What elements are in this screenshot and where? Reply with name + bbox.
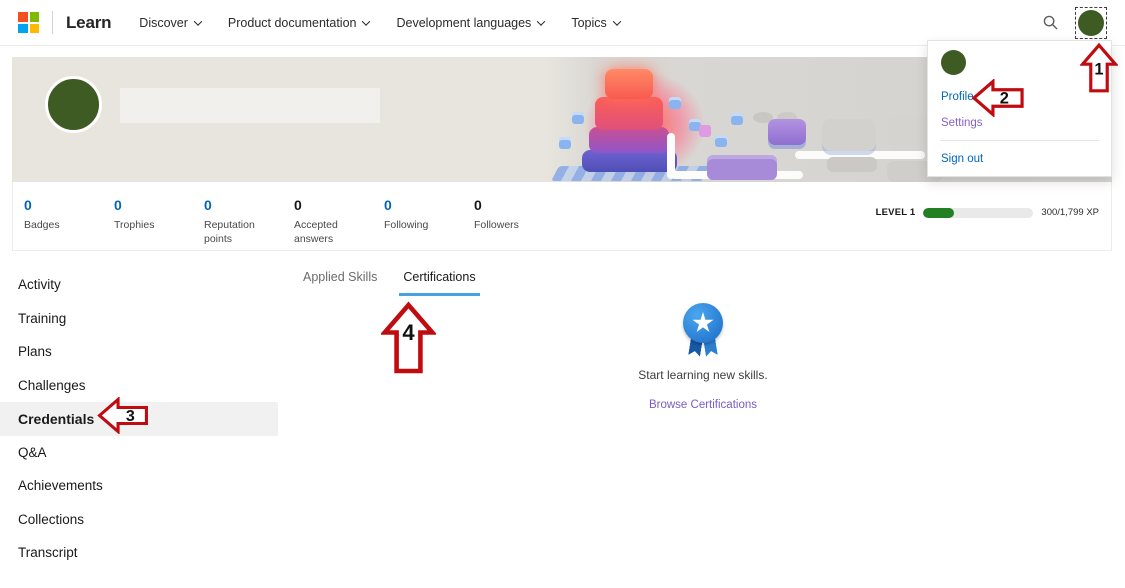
nav-topics[interactable]: Topics — [571, 16, 619, 30]
certifications-empty-state: Start learning new skills. Browse Certif… — [553, 303, 853, 413]
stat-trophies[interactable]: 0 Trophies — [114, 197, 204, 250]
level-progress-track — [923, 208, 1033, 218]
sidebar-item-collections[interactable]: Collections — [0, 503, 278, 537]
level-progress-fill — [923, 208, 954, 218]
svg-text:1: 1 — [1094, 60, 1103, 78]
stat-badges[interactable]: 0 Badges — [24, 197, 114, 250]
credentials-tabs: Applied Skills Certifications — [299, 270, 480, 296]
svg-text:2: 2 — [1000, 90, 1009, 108]
primary-nav: Discover Product documentation Developme… — [139, 16, 619, 30]
sidebar-item-training[interactable]: Training — [0, 302, 278, 336]
stat-followers: 0 Followers — [474, 197, 564, 250]
nav-development-languages[interactable]: Development languages — [396, 16, 544, 30]
sidebar-item-plans[interactable]: Plans — [0, 335, 278, 369]
chevron-down-icon — [362, 17, 370, 25]
chevron-down-icon — [613, 17, 621, 25]
settings-menu-item[interactable]: Settings — [941, 117, 983, 129]
profile-avatar — [45, 76, 102, 133]
xp-text: 300/1,799 XP — [1041, 207, 1099, 218]
sidebar-item-transcript[interactable]: Transcript — [0, 536, 278, 570]
certification-badge-icon — [681, 303, 725, 356]
search-icon[interactable] — [1043, 15, 1058, 30]
nav-discover[interactable]: Discover — [139, 16, 201, 30]
level-progress: LEVEL 1 300/1,799 XP — [876, 207, 1099, 218]
chevron-down-icon — [537, 17, 545, 25]
profile-stats-bar: 0 Badges 0 Trophies 0 Reputation points … — [12, 182, 1112, 251]
tab-applied-skills[interactable]: Applied Skills — [299, 270, 381, 296]
sidebar-item-qna[interactable]: Q&A — [0, 436, 278, 470]
svg-text:3: 3 — [126, 407, 135, 425]
browse-certifications-link[interactable]: Browse Certifications — [649, 399, 757, 411]
annotation-arrow-4-up-icon: 4 — [381, 301, 436, 375]
stat-reputation-points[interactable]: 0 Reputation points — [204, 197, 294, 250]
nav-product-documentation[interactable]: Product documentation — [228, 16, 370, 30]
annotation-arrow-2-left-icon: 2 — [966, 79, 1030, 117]
stat-following[interactable]: 0 Following — [384, 197, 474, 250]
menu-divider — [940, 140, 1099, 141]
sidebar-item-activity[interactable]: Activity — [0, 268, 278, 302]
svg-text:4: 4 — [402, 320, 415, 345]
header-avatar-button[interactable] — [1075, 7, 1107, 39]
level-label: LEVEL 1 — [876, 207, 916, 218]
annotation-arrow-3-left-icon: 3 — [84, 397, 162, 434]
tab-certifications[interactable]: Certifications — [399, 270, 479, 296]
annotation-arrow-1-up-icon: 1 — [1080, 41, 1118, 95]
chevron-down-icon — [194, 17, 202, 25]
header-divider — [52, 11, 53, 34]
sign-out-menu-item[interactable]: Sign out — [941, 153, 983, 165]
stat-accepted-answers: 0 Accepted answers — [294, 197, 384, 250]
avatar — [1078, 10, 1104, 36]
brand-learn[interactable]: Learn — [66, 13, 111, 33]
profile-name-placeholder — [120, 88, 380, 123]
menu-avatar — [941, 50, 966, 75]
sidebar-item-achievements[interactable]: Achievements — [0, 469, 278, 503]
empty-state-message: Start learning new skills. — [553, 368, 853, 382]
microsoft-logo-icon[interactable] — [18, 12, 39, 33]
